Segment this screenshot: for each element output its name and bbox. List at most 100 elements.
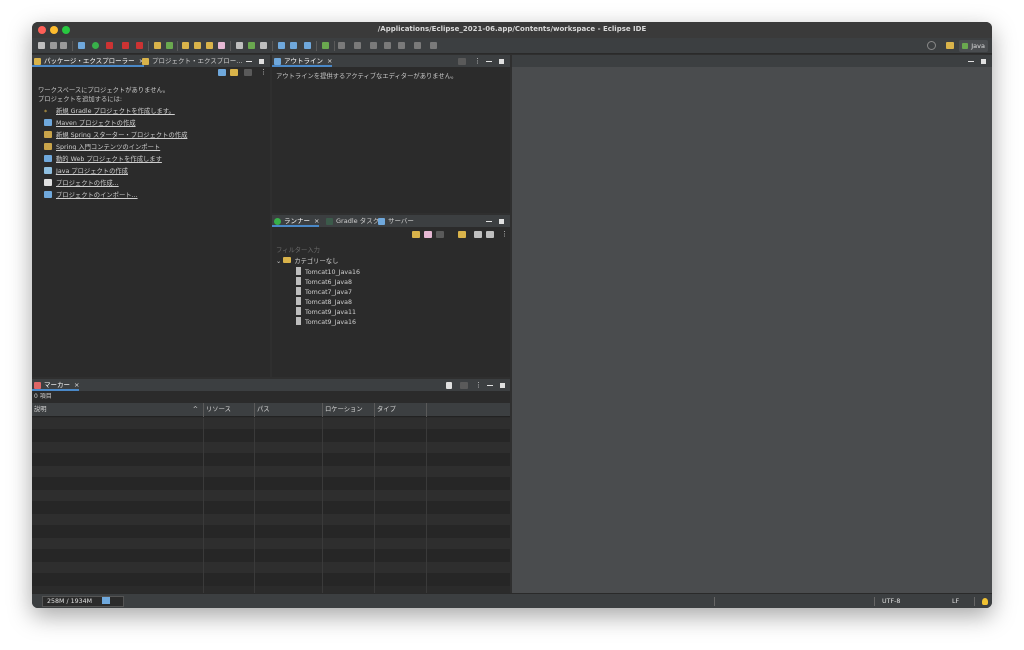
link-java-project[interactable]: Java プロジェクトの作成 <box>44 167 128 177</box>
back-icon[interactable] <box>384 42 391 49</box>
build-icon[interactable] <box>248 42 255 49</box>
forward-icon[interactable] <box>398 42 405 49</box>
server-gear-icon[interactable] <box>436 231 444 238</box>
server-item[interactable]: Tomcat8_Java8 <box>296 297 352 307</box>
main-toolbar: Java <box>32 38 992 54</box>
coverage-icon[interactable] <box>136 42 143 49</box>
last-edit-icon[interactable] <box>370 42 377 49</box>
debug-icon[interactable] <box>78 42 85 49</box>
prev-annotation-icon[interactable] <box>354 42 361 49</box>
close-icon[interactable]: × <box>327 57 332 65</box>
tab-markers[interactable]: マーカー × <box>32 379 80 391</box>
pen-icon[interactable] <box>218 42 225 49</box>
server-item[interactable]: Tomcat9_Java16 <box>296 317 356 327</box>
maximize-icon[interactable] <box>259 59 264 64</box>
maximize-icon[interactable] <box>500 383 505 388</box>
window-title: /Applications/Eclipse_2021-06.app/Conten… <box>377 25 647 33</box>
category-row[interactable]: ⌄ カテゴリーなし <box>276 257 338 267</box>
server-item[interactable]: Tomcat10_Java16 <box>296 267 360 277</box>
open-task-icon[interactable] <box>194 42 201 49</box>
project-explorer-icon <box>142 58 149 65</box>
new-java-project-icon[interactable] <box>154 42 161 49</box>
minimize-icon[interactable] <box>487 385 493 386</box>
column-path[interactable]: パス <box>254 403 322 417</box>
search-tool-icon[interactable] <box>206 42 213 49</box>
filter-icon[interactable] <box>244 69 252 76</box>
close-icon[interactable]: × <box>314 217 319 225</box>
perspective-java-button[interactable]: Java <box>959 40 988 52</box>
link-new-gradle-project[interactable]: * 新規 Gradle プロジェクトを作成します。 <box>44 107 175 117</box>
run-icon[interactable] <box>92 42 99 49</box>
server-item[interactable]: Tomcat9_Java11 <box>296 307 356 317</box>
open-perspective-icon[interactable] <box>430 42 437 49</box>
chevron-down-icon[interactable]: ⌄ <box>276 258 283 265</box>
expand-icon[interactable] <box>486 231 494 238</box>
mark-icon[interactable] <box>260 42 267 49</box>
minimize-icon[interactable] <box>486 221 492 222</box>
open-perspective-button-icon[interactable] <box>946 42 954 49</box>
garbage-collect-icon[interactable] <box>102 597 110 604</box>
browser-icon[interactable] <box>304 42 311 49</box>
link-editor-icon[interactable] <box>230 69 238 76</box>
view-menu-icon[interactable]: ⋮ <box>260 66 267 78</box>
focus-icon[interactable] <box>460 382 468 389</box>
search-icon[interactable] <box>927 41 936 50</box>
minimize-icon[interactable] <box>486 61 492 62</box>
next-annotation-icon[interactable] <box>338 42 345 49</box>
link-create-project[interactable]: プロジェクトの作成... <box>44 179 119 189</box>
tab-project-explorer[interactable]: プロジェクト・エクスプロー... <box>140 55 243 67</box>
edit-server-icon[interactable] <box>424 231 432 238</box>
tips-bulb-icon[interactable] <box>982 598 988 605</box>
pin-icon[interactable] <box>414 42 421 49</box>
collapse-all-icon[interactable] <box>218 69 226 76</box>
maximize-icon[interactable] <box>499 219 504 224</box>
column-resource[interactable]: リソース <box>203 403 254 417</box>
save-all-icon[interactable] <box>60 42 67 49</box>
folder-open-icon[interactable] <box>458 231 466 238</box>
toggle-icon[interactable] <box>236 42 243 49</box>
new-icon[interactable] <box>38 42 45 49</box>
link-import-project[interactable]: プロジェクトのインポート... <box>44 191 138 201</box>
maximize-icon[interactable] <box>499 59 504 64</box>
link-spring-starter[interactable]: 新規 Spring スターター・プロジェクトの作成 <box>44 131 187 141</box>
minimize-icon[interactable] <box>968 61 974 62</box>
line-ending-label[interactable]: LF <box>952 594 959 608</box>
link-dynamic-web[interactable]: 動的 Web プロジェクトを作成します <box>44 155 162 165</box>
servers-icon <box>378 218 385 225</box>
stop-icon[interactable] <box>122 42 129 49</box>
minimize-icon[interactable] <box>246 61 252 62</box>
markers-table-body <box>32 418 510 593</box>
new-server-icon[interactable] <box>412 231 420 238</box>
column-description[interactable]: 説明 ^ <box>32 403 202 417</box>
tab-outline[interactable]: アウトライン × <box>272 55 333 67</box>
link-maven-project[interactable]: Maven プロジェクトの作成 <box>44 119 136 129</box>
view-menu-icon[interactable]: ⋮ <box>474 55 481 67</box>
maximize-icon[interactable] <box>981 59 986 64</box>
tab-package-explorer[interactable]: パッケージ・エクスプローラー× <box>32 55 145 67</box>
console-icon[interactable] <box>278 42 285 49</box>
server-icon[interactable] <box>290 42 297 49</box>
filter-input[interactable]: フィルター入力 <box>276 245 320 254</box>
close-icon[interactable]: × <box>74 381 79 389</box>
view-menu-icon[interactable]: ⋮ <box>475 379 482 391</box>
markers-panel: マーカー × ⋮ 0 項目 説明 ^ リソース パス ロケーション タイプ <box>32 379 510 593</box>
focus-icon[interactable] <box>458 58 466 65</box>
column-type[interactable]: タイプ <box>374 403 426 417</box>
column-location[interactable]: ロケーション <box>322 403 374 417</box>
servers-panel: ランナー × Gradle タスク サーバー ⋮ フィルター入力 ⌄ カテゴリーな… <box>272 215 510 377</box>
link-spring-import[interactable]: Spring 入門コンテンツのインポート <box>44 143 160 153</box>
encoding-label[interactable]: UTF-8 <box>882 594 900 608</box>
new-class-icon[interactable] <box>166 42 173 49</box>
open-type-icon[interactable] <box>182 42 189 49</box>
run-external-icon[interactable] <box>106 42 113 49</box>
tab-servers[interactable]: サーバー <box>376 215 414 227</box>
server-item[interactable]: Tomcat6_Java8 <box>296 277 352 287</box>
tab-runner[interactable]: ランナー × <box>272 215 320 227</box>
save-icon[interactable] <box>50 42 57 49</box>
server-item[interactable]: Tomcat7_Java7 <box>296 287 352 297</box>
spring-boot-icon[interactable] <box>322 42 329 49</box>
collapse-icon[interactable] <box>474 231 482 238</box>
filter-icon[interactable] <box>446 382 452 389</box>
tab-gradle-tasks[interactable]: Gradle タスク <box>324 215 379 227</box>
view-menu-icon[interactable]: ⋮ <box>501 228 508 240</box>
